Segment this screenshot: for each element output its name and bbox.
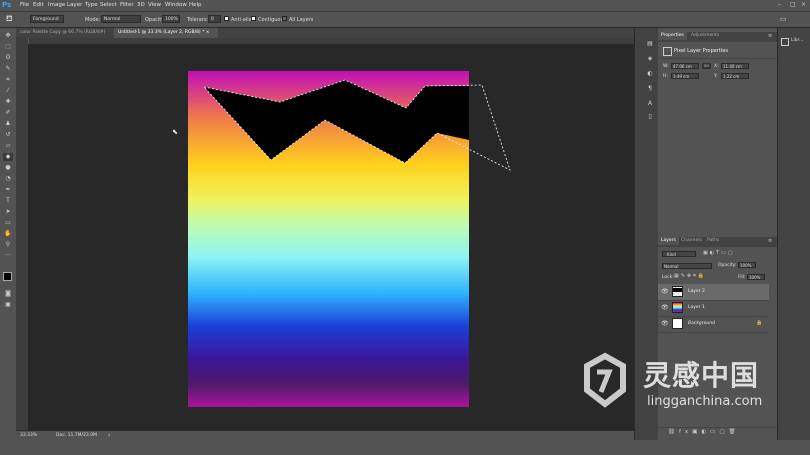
x-input[interactable]: 11.40 cm xyxy=(721,63,749,69)
zoom-level[interactable]: 33.33% xyxy=(20,433,37,438)
layer-row-background[interactable]: 👁 Background 🔒 xyxy=(658,316,769,333)
visibility-eye-icon[interactable]: 👁 xyxy=(661,320,669,327)
tab-channels[interactable]: Channels xyxy=(678,237,705,245)
fill-input[interactable]: 100% xyxy=(747,274,765,280)
layer-filter-icons[interactable]: ▣◐T▭▢ xyxy=(703,250,763,258)
layer-name[interactable]: Background xyxy=(688,321,715,326)
lock-icon: 🔒 xyxy=(756,320,763,326)
tab-adjustments[interactable]: Adjustments xyxy=(688,32,722,40)
libraries-icon[interactable] xyxy=(781,38,789,46)
properties-divider xyxy=(658,58,777,59)
w-label: W: xyxy=(663,64,669,69)
layer-2-thumbnail xyxy=(672,286,683,297)
visibility-eye-icon[interactable]: 👁 xyxy=(661,288,669,295)
layer-opacity-label: Opacity: xyxy=(718,263,737,268)
color-panel-icon[interactable]: ◐ xyxy=(645,70,655,78)
layers-menu-icon[interactable]: ≡ xyxy=(768,238,772,244)
watermark-brand: 灵感中国 xyxy=(643,359,760,392)
x-label: X: xyxy=(714,64,719,69)
watermark-logo xyxy=(584,352,626,408)
layers-panel-header: Layers Channels Paths ≡ xyxy=(658,237,777,247)
visibility-eye-icon[interactable]: 👁 xyxy=(661,304,669,311)
height-input[interactable]: 3.49 cm xyxy=(671,73,699,79)
tab-layers[interactable]: Layers xyxy=(658,237,679,245)
layer-row-layer-2[interactable]: 👁 Layer 2 xyxy=(658,284,769,301)
layer-row-layer-1[interactable]: 👁 Layer 1 xyxy=(658,300,769,317)
layer-2-thumbnail-shape xyxy=(673,288,682,292)
status-bar: 33.33% Doc: 11.7M/23.0M › xyxy=(16,430,634,441)
black-zigzag-shape xyxy=(204,80,469,163)
pixel-layer-icon xyxy=(663,47,672,56)
watermark: 灵感中国 lingganchina.com xyxy=(575,350,795,445)
history-panel-icon[interactable]: ▤ xyxy=(645,40,655,48)
lock-label: Lock: xyxy=(662,275,674,280)
y-label: Y: xyxy=(714,74,718,79)
paragraph-panel-icon[interactable]: ¶ xyxy=(645,85,655,93)
watermark-url: lingganchina.com xyxy=(647,394,763,409)
properties-panel-icon[interactable]: ◈ xyxy=(645,55,655,63)
y-input[interactable]: 1.22 cm xyxy=(721,73,749,79)
panel-menu-icon[interactable]: ≡ xyxy=(768,33,772,39)
tab-paths[interactable]: Paths xyxy=(704,237,722,245)
layer-1-thumbnail xyxy=(672,302,683,313)
libraries-label[interactable]: Libr... xyxy=(791,38,803,43)
layer-name[interactable]: Layer 2 xyxy=(688,289,705,294)
layer-name[interactable]: Layer 1 xyxy=(688,305,705,310)
width-input[interactable]: 47.06 cm xyxy=(671,63,699,69)
h-label: H: xyxy=(663,74,668,79)
background-thumbnail xyxy=(672,318,683,329)
blend-mode-select[interactable]: Normal xyxy=(662,263,712,269)
tab-properties[interactable]: Properties xyxy=(658,32,687,40)
link-dimensions-button[interactable]: GO xyxy=(702,63,711,69)
filter-kind-select[interactable]: Kind xyxy=(662,251,696,257)
layer-opacity-input[interactable]: 100% xyxy=(738,262,756,268)
cursor-icon: ⬉ xyxy=(172,128,178,136)
properties-panel-header: Properties Adjustments ≡ xyxy=(658,32,777,42)
status-arrow-icon[interactable]: › xyxy=(108,432,110,439)
glyphs-panel-icon[interactable]: ▯ xyxy=(645,113,655,121)
properties-title: Pixel Layer Properties xyxy=(674,48,728,54)
document-size: Doc: 11.7M/23.0M xyxy=(56,433,97,438)
lock-icons[interactable]: ▦✎✥⌗🔒 xyxy=(674,273,724,281)
fill-label: Fill: xyxy=(738,275,746,280)
character-panel-icon[interactable]: A xyxy=(645,100,655,108)
